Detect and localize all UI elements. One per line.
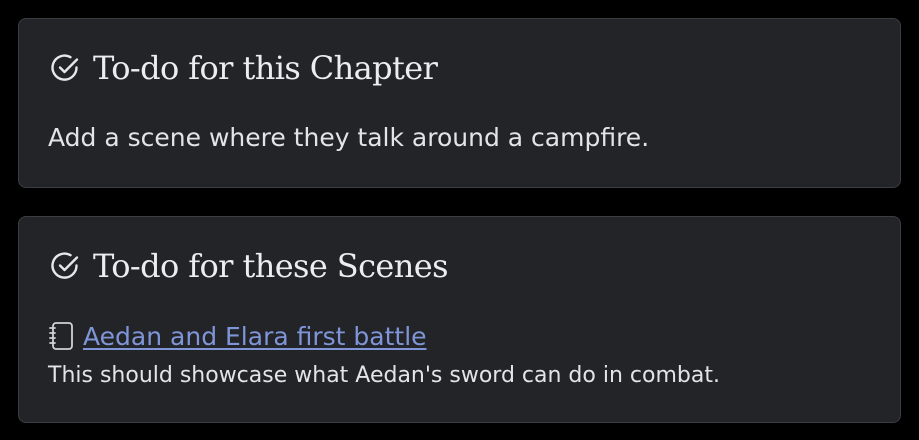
notebook-icon (47, 320, 75, 352)
scene-note: This should showcase what Aedan's sword … (48, 363, 720, 388)
scenes-todo-heading: To-do for these Scenes (49, 247, 449, 285)
check-circle-icon (49, 250, 81, 282)
chapter-todo-title: To-do for this Chapter (93, 49, 438, 87)
scene-list-item[interactable]: Aedan and Elara first battle (47, 320, 427, 352)
check-circle-icon (49, 52, 81, 84)
scene-link[interactable]: Aedan and Elara first battle (83, 322, 427, 351)
scenes-todo-card: To-do for these Scenes Aedan and Elara f… (18, 216, 901, 423)
scenes-todo-title: To-do for these Scenes (93, 247, 449, 285)
chapter-todo-card: To-do for this Chapter Add a scene where… (18, 18, 901, 188)
chapter-todo-text: Add a scene where they talk around a cam… (48, 123, 650, 152)
chapter-todo-heading: To-do for this Chapter (49, 49, 438, 87)
